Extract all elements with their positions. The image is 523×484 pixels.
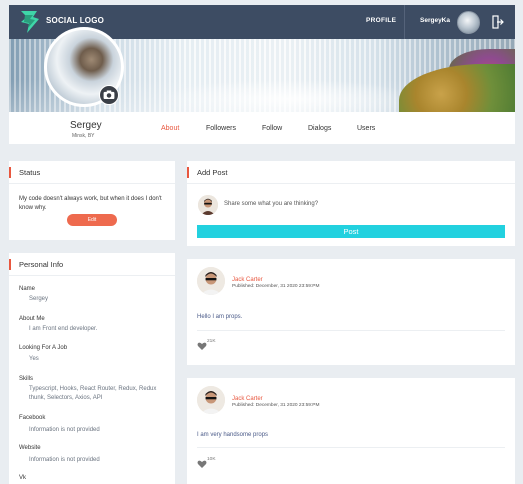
add-post-card: Add Post Share some what you are thinkin… (187, 161, 515, 246)
post-author-name[interactable]: Jack Carter (232, 396, 263, 402)
info-label-skills: Skills (19, 376, 34, 382)
nav-profile-link[interactable]: PROFILE (366, 17, 396, 24)
personal-info-title: Personal Info (19, 260, 64, 269)
logo-icon[interactable] (17, 9, 41, 35)
status-title: Status (19, 168, 41, 177)
edit-status-button[interactable]: Edit (67, 214, 117, 226)
post-input[interactable]: Share some what you are thinking? (224, 201, 318, 207)
post-date: Published: December, 31 2020 23:59:PM (232, 284, 320, 289)
post-card: Jack Carter Published: December, 31 2020… (187, 259, 515, 365)
tab-followers[interactable]: Followers (206, 125, 236, 132)
logout-icon[interactable] (492, 15, 504, 29)
info-label-about: About Me (19, 316, 45, 322)
tab-dialogs[interactable]: Dialogs (308, 125, 331, 132)
post-text: I am very handsome props (197, 432, 269, 438)
post-author-avatar[interactable] (197, 386, 225, 414)
info-value-website: Information is not provided (29, 457, 100, 463)
heart-icon[interactable] (197, 341, 207, 351)
tab-follow[interactable]: Follow (262, 125, 282, 132)
logo-text[interactable]: SOCIAL LOGO (46, 16, 104, 25)
info-label-job: Looking For A Job (19, 345, 68, 351)
personal-info-card: Personal Info Name Sergey About Me I am … (9, 253, 175, 484)
info-value-job: Yes (29, 356, 39, 362)
user-avatar (198, 195, 218, 215)
info-label-website: Website (19, 445, 41, 451)
post-card: Jack Carter Published: December, 31 2020… (187, 378, 515, 484)
like-count: 10K (207, 457, 216, 462)
post-author-avatar[interactable] (197, 267, 225, 295)
info-label-facebook: Facebook (19, 415, 46, 421)
info-value-about: I am Front end developer. (29, 326, 98, 332)
status-text: My code doesn't always work, but when it… (19, 196, 162, 211)
profile-location: Minsk, BY (72, 133, 95, 139)
nav-avatar[interactable] (457, 11, 480, 34)
post-button[interactable]: Post (197, 225, 505, 238)
post-author-name[interactable]: Jack Carter (232, 277, 263, 283)
profile-name: Sergey (70, 120, 102, 131)
like-count: 21K (207, 339, 216, 344)
camera-icon[interactable] (99, 85, 119, 105)
info-label-vk: Vk (19, 475, 27, 481)
nav-username[interactable]: SergeyKa (420, 17, 450, 24)
info-label-name: Name (19, 286, 36, 292)
add-post-title: Add Post (197, 168, 228, 177)
post-text: Hello I am props. (197, 314, 243, 320)
post-date: Published: December, 31 2020 23:59:PM (232, 403, 320, 408)
tab-users[interactable]: Users (357, 125, 375, 132)
info-value-facebook: Information is not provided (29, 427, 100, 433)
nav-divider (404, 5, 405, 39)
status-card: Status My code doesn't always work, but … (9, 161, 175, 240)
tab-about[interactable]: About (161, 125, 179, 132)
info-value-name: Sergey (29, 296, 49, 302)
info-value-skills: Typescript, Hooks, React Router, Redux, … (29, 386, 157, 401)
heart-icon[interactable] (197, 459, 207, 469)
